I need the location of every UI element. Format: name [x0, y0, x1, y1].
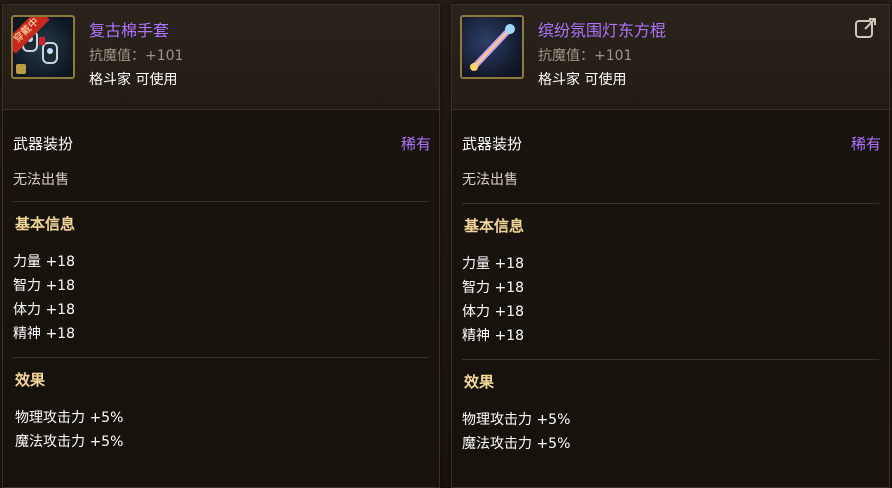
resist-value: 抗魔值：+101	[89, 48, 184, 64]
tooltip-compare-stage: 穿戴中 复古棉手套 抗魔值：+101 格斗家 可使用 武器装扮 稀有 无法出售 …	[0, 0, 892, 488]
divider	[13, 357, 429, 358]
divider	[462, 203, 879, 204]
export-icon[interactable]	[853, 15, 879, 41]
divider	[13, 201, 429, 202]
effect-heading: 效果	[15, 371, 46, 389]
gloves-icon[interactable]: 穿戴中	[11, 15, 75, 79]
item-tooltip-left: 穿戴中 复古棉手套 抗魔值：+101 格斗家 可使用 武器装扮 稀有 无法出售 …	[2, 4, 440, 488]
effect-heading: 效果	[464, 373, 495, 391]
item-title: 复古棉手套	[89, 21, 170, 40]
sell-note: 无法出售	[13, 172, 69, 188]
effect-line: 魔法攻击力 +5%	[15, 434, 124, 450]
stat-line: 体力 +18	[462, 304, 524, 320]
usable-by: 格斗家 可使用	[89, 72, 178, 88]
tooltip-header-left: 穿戴中 复古棉手套 抗魔值：+101 格斗家 可使用	[3, 5, 439, 110]
item-title: 缤纷氛围灯东方棍	[538, 21, 667, 40]
stat-line: 精神 +18	[13, 326, 75, 342]
stat-line: 精神 +18	[462, 328, 524, 344]
item-type-label: 武器装扮	[13, 135, 74, 153]
rarity-label: 稀有	[850, 135, 881, 153]
staff-icon[interactable]	[460, 15, 524, 79]
stat-line: 智力 +18	[13, 278, 75, 294]
tooltip-header-right: 缤纷氛围灯东方棍 抗魔值：+101 格斗家 可使用	[452, 5, 889, 110]
rarity-label: 稀有	[400, 135, 431, 153]
basic-info-heading: 基本信息	[15, 215, 76, 233]
usable-by: 格斗家 可使用	[538, 72, 627, 88]
stat-line: 体力 +18	[13, 302, 75, 318]
divider	[462, 359, 879, 360]
item-type-label: 武器装扮	[462, 135, 523, 153]
stat-line: 力量 +18	[13, 254, 75, 270]
lock-icon	[16, 64, 26, 74]
item-tooltip-right: 缤纷氛围灯东方棍 抗魔值：+101 格斗家 可使用 武器装扮 稀有 无法出售 基…	[451, 4, 890, 488]
effect-line: 魔法攻击力 +5%	[462, 436, 571, 452]
stat-line: 力量 +18	[462, 256, 524, 272]
stat-line: 智力 +18	[462, 280, 524, 296]
staff-graphic	[470, 24, 515, 71]
basic-info-heading: 基本信息	[464, 217, 525, 235]
sell-note: 无法出售	[462, 172, 518, 188]
resist-value: 抗魔值：+101	[538, 48, 633, 64]
effect-line: 物理攻击力 +5%	[15, 410, 124, 426]
effect-line: 物理攻击力 +5%	[462, 412, 571, 428]
